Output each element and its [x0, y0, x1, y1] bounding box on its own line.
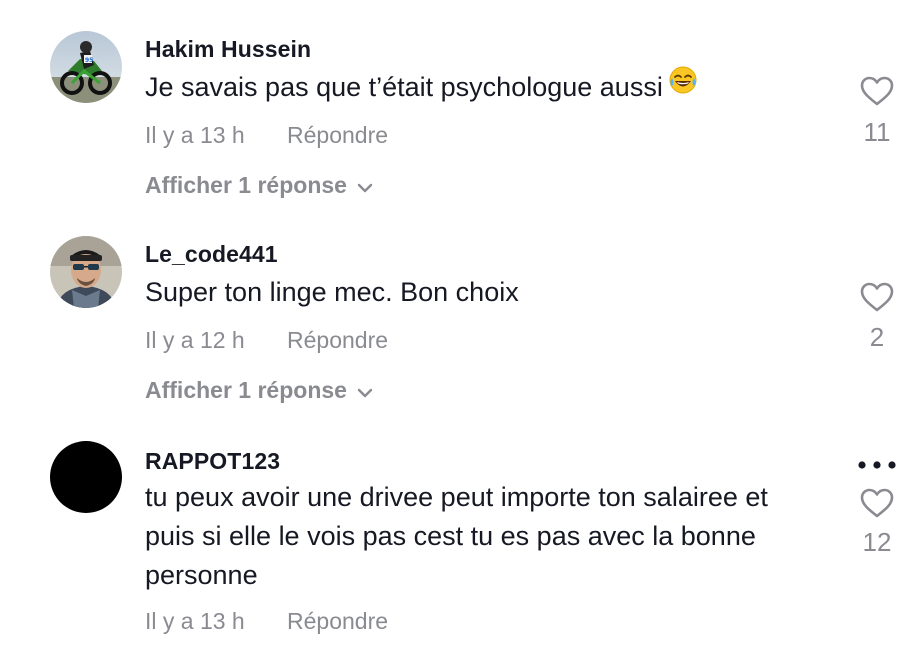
comment-timestamp: Il y a 13 h: [145, 608, 245, 634]
avatar[interactable]: [50, 441, 122, 513]
reply-button[interactable]: Répondre: [287, 608, 388, 635]
comment-meta: Il y a 13 h Répondre: [145, 608, 388, 635]
more-options-icon[interactable]: [856, 458, 898, 470]
like-count: 12: [862, 527, 892, 557]
heart-icon[interactable]: [854, 488, 900, 518]
black-circle-avatar-image: [50, 441, 122, 513]
comment-text: tu peux avoir une drivee peut importe to…: [145, 482, 768, 590]
comment-username[interactable]: RAPPOT123: [145, 448, 280, 475]
comment-item: RAPPOT123 tu peux avoir une drivee peut …: [0, 0, 914, 652]
